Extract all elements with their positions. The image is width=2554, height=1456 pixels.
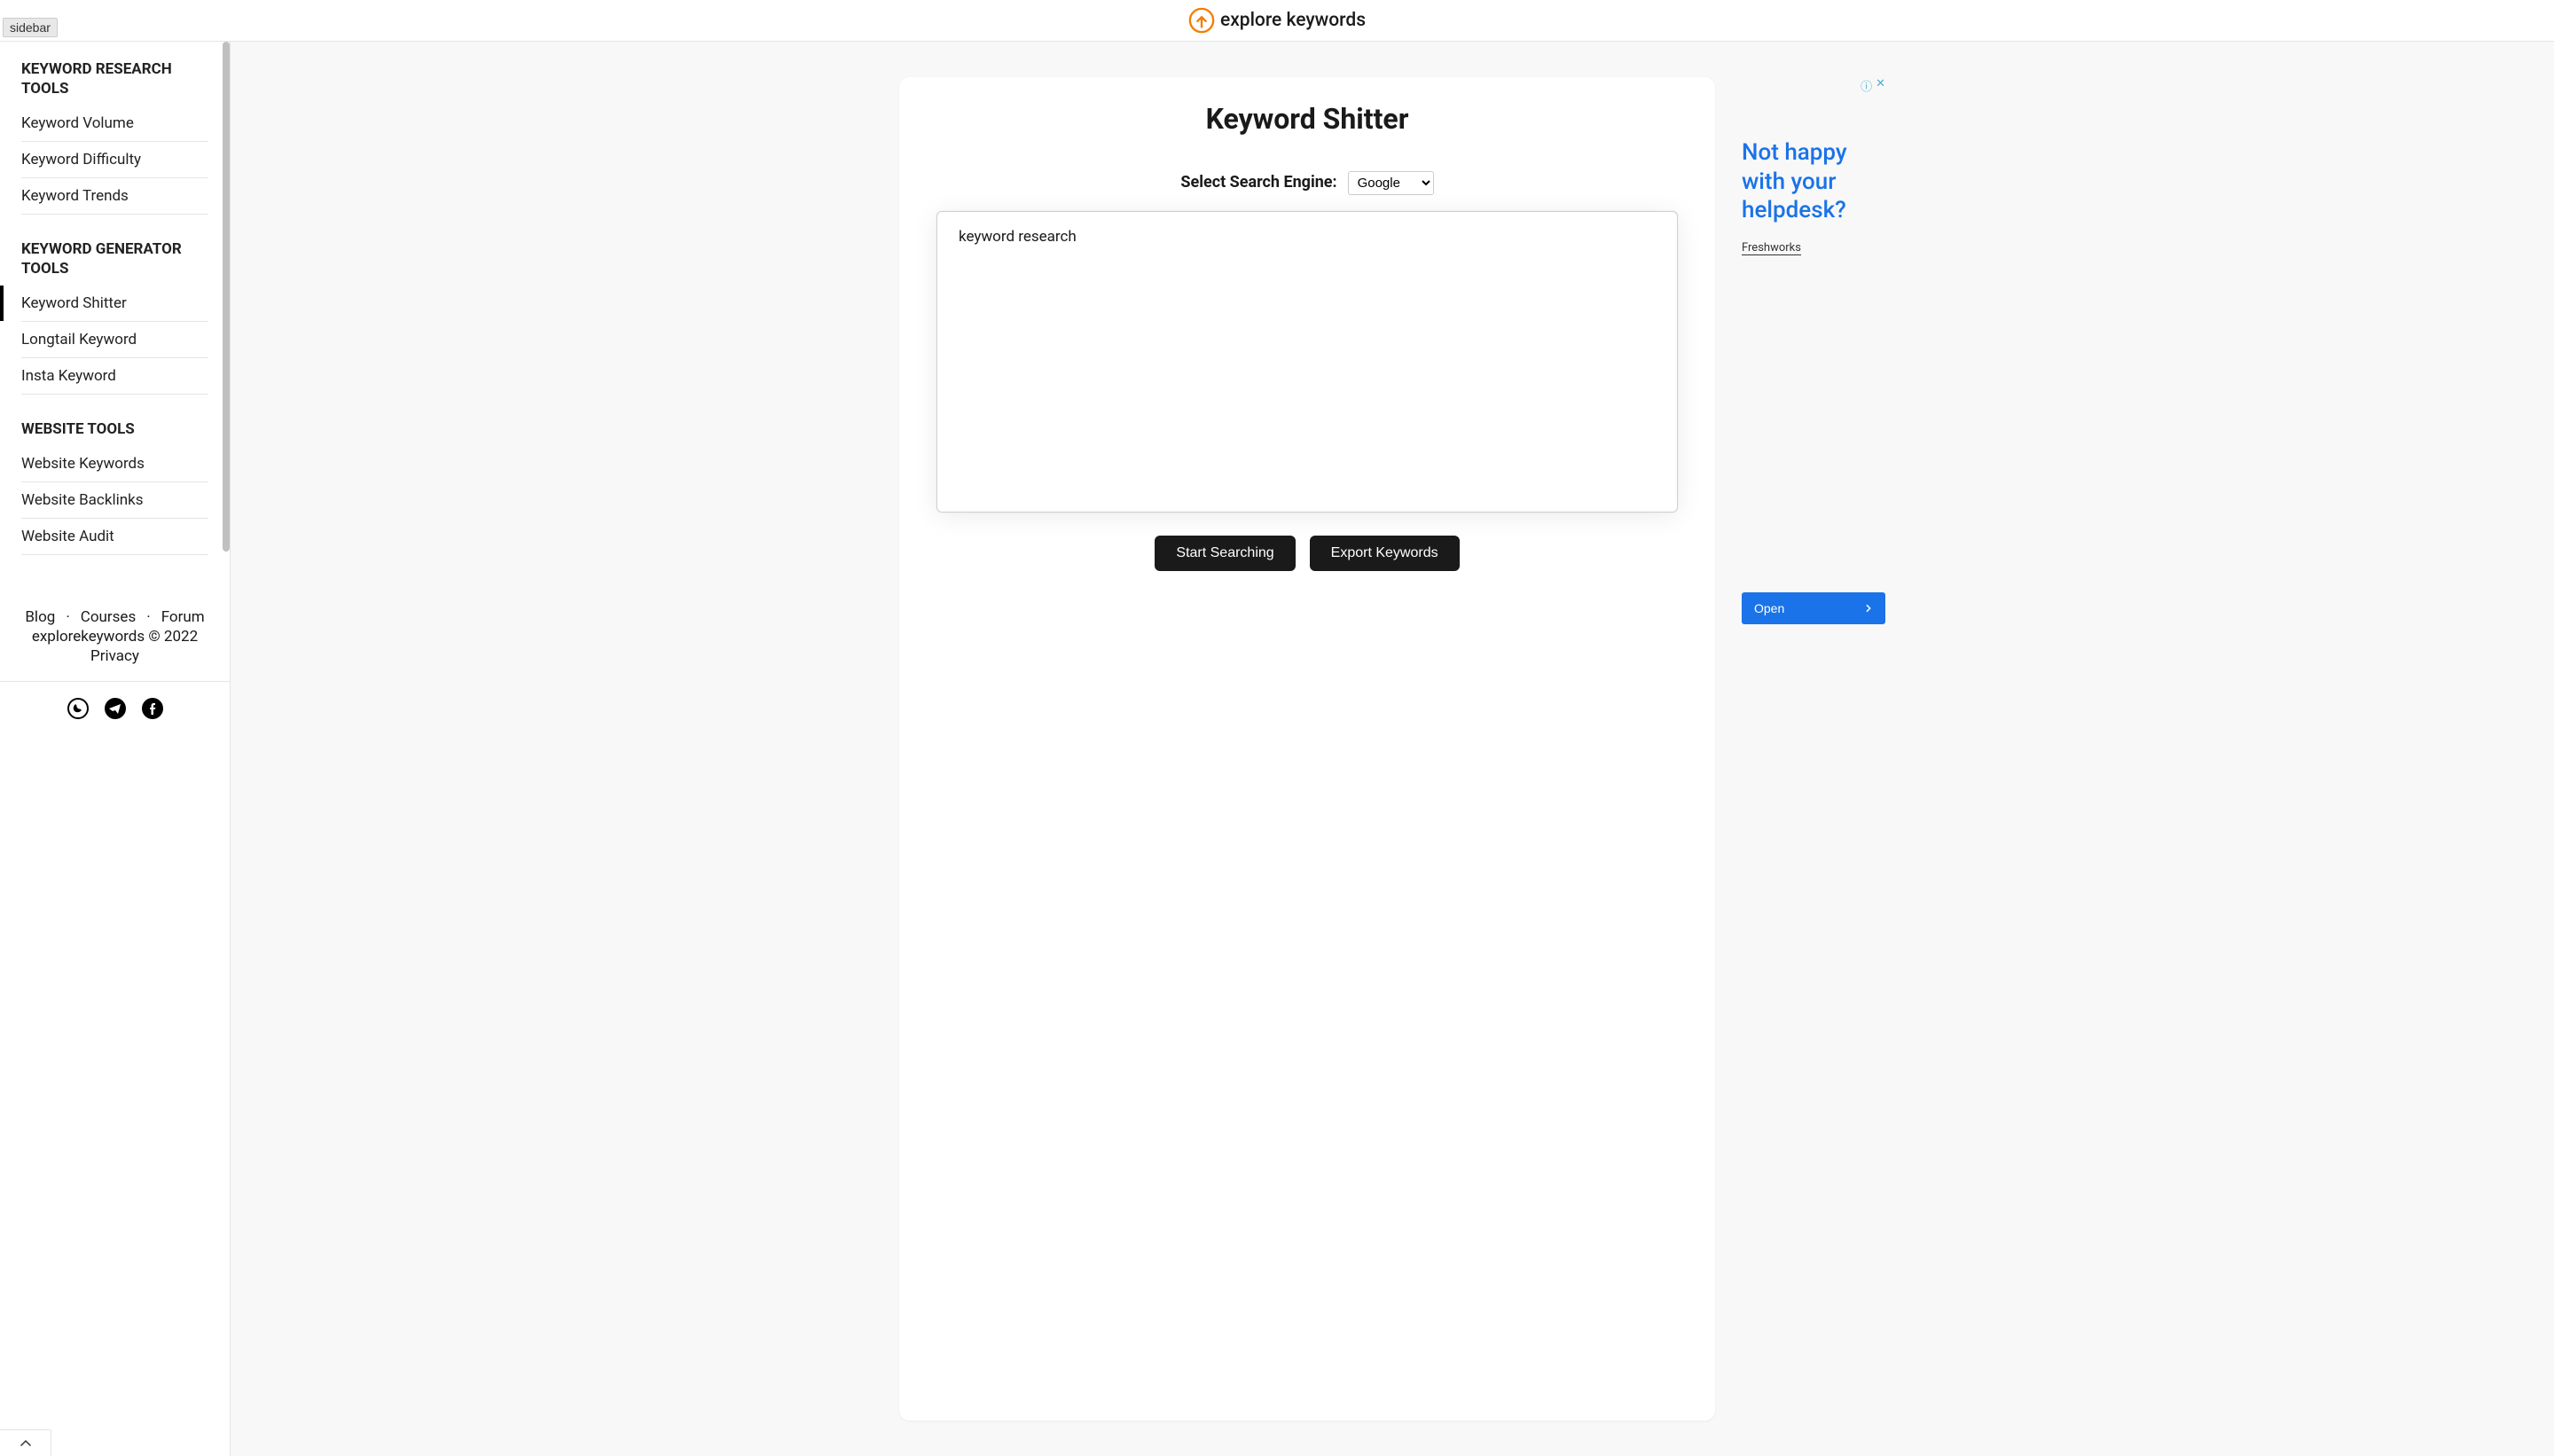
content-card: Keyword Shitter Select Search Engine: Go…: [899, 77, 1715, 1421]
search-engine-label: Select Search Engine:: [1180, 173, 1336, 192]
nav-item-keyword-trends[interactable]: Keyword Trends: [21, 178, 208, 215]
footer-link-blog[interactable]: Blog: [25, 608, 55, 626]
logo[interactable]: explore keywords: [1188, 7, 1366, 34]
ad-info-icon[interactable]: ⓘ: [1861, 77, 1872, 94]
sidebar-scrollbar[interactable]: [223, 42, 230, 552]
nav-item-keyword-volume[interactable]: Keyword Volume: [21, 106, 208, 142]
nav-item-website-keywords[interactable]: Website Keywords: [21, 446, 208, 482]
chevron-up-icon: [19, 1436, 33, 1451]
ad-close-icon[interactable]: ✕: [1876, 77, 1885, 94]
ad-open-label: Open: [1754, 601, 1784, 615]
nav-section-generator: KEYWORD GENERATOR TOOLS: [21, 239, 208, 278]
footer-link-courses[interactable]: Courses: [81, 608, 136, 626]
search-engine-select[interactable]: Google: [1348, 171, 1434, 195]
nav-section-website: WEBSITE TOOLS: [21, 419, 208, 439]
sidebar-footer: Blog · Courses · Forum explorekeywords ©…: [21, 608, 208, 719]
keyword-textarea[interactable]: [936, 211, 1678, 513]
footer-link-forum[interactable]: Forum: [161, 608, 205, 626]
nav-item-keyword-shitter[interactable]: Keyword Shitter: [21, 286, 208, 322]
sidebar-toggle-button[interactable]: sidebar: [3, 18, 58, 37]
whatsapp-icon[interactable]: [67, 698, 89, 719]
ad-open-button[interactable]: Open: [1742, 592, 1885, 624]
nav-item-website-audit[interactable]: Website Audit: [21, 519, 208, 555]
chevron-up-button[interactable]: [0, 1429, 51, 1456]
facebook-icon[interactable]: [142, 698, 163, 719]
logo-icon: [1188, 7, 1215, 34]
nav-item-website-backlinks[interactable]: Website Backlinks: [21, 482, 208, 519]
page-title: Keyword Shitter: [936, 102, 1678, 136]
nav-item-longtail-keyword[interactable]: Longtail Keyword: [21, 322, 208, 358]
logo-text: explore keywords: [1220, 10, 1366, 31]
footer-copyright: explorekeywords © 2022: [21, 628, 208, 646]
export-keywords-button[interactable]: Export Keywords: [1310, 536, 1460, 571]
header: sidebar explore keywords: [0, 0, 2554, 42]
nav-item-insta-keyword[interactable]: Insta Keyword: [21, 358, 208, 395]
ad-container: ⓘ ✕ Not happy with your helpdesk? Freshw…: [1742, 77, 1885, 1421]
content-area: Keyword Shitter Select Search Engine: Go…: [231, 42, 2554, 1456]
sidebar: KEYWORD RESEARCH TOOLS Keyword Volume Ke…: [0, 42, 231, 1456]
telegram-icon[interactable]: [105, 698, 126, 719]
nav-section-research: KEYWORD RESEARCH TOOLS: [21, 59, 208, 98]
nav-item-keyword-difficulty[interactable]: Keyword Difficulty: [21, 142, 208, 178]
ad-brand[interactable]: Freshworks: [1742, 241, 1801, 255]
chevron-right-icon: [1864, 601, 1873, 615]
ad-headline[interactable]: Not happy with your helpdesk?: [1742, 138, 1885, 225]
footer-link-privacy[interactable]: Privacy: [21, 647, 208, 665]
start-searching-button[interactable]: Start Searching: [1155, 536, 1295, 571]
